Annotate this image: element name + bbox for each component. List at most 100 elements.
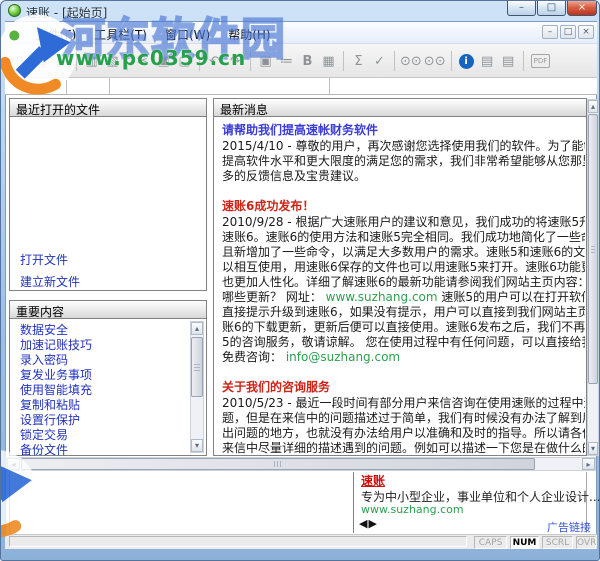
status-indicator-num: NUM	[510, 536, 539, 549]
status-indicator-ovr: OVR	[576, 536, 596, 549]
toolbar-separator	[451, 51, 452, 71]
scroll-thumb[interactable]	[588, 114, 598, 384]
toolbar-separator	[394, 51, 395, 71]
ad-url-link[interactable]: www.suzhang.com	[361, 503, 464, 516]
app-icon	[8, 4, 21, 17]
copy-icon[interactable]: ▣	[154, 52, 173, 71]
news-content: 请帮助我们提高速帐财务软件2015/4/10 - 尊敬的用户，再次感谢您选择使用…	[215, 118, 585, 454]
toolbar-separator	[127, 51, 128, 71]
menu-item-1[interactable]: 工具栏(T)	[85, 24, 156, 42]
news-section-1: 速账6成功发布！2010/9/28 - 根据广大速账用户的建议和意见，我们成功的…	[222, 199, 585, 365]
news-section-0: 请帮助我们提高速帐财务软件2015/4/10 - 尊敬的用户，再次感谢您选择使用…	[222, 123, 585, 184]
print-all-icon[interactable]: ▤	[499, 52, 518, 71]
info-icon[interactable]: i	[459, 54, 474, 69]
toolbar-separator	[523, 51, 524, 71]
menu-item-3[interactable]: 帮助(H)	[219, 24, 279, 42]
recent-link-0[interactable]: 打开文件	[20, 249, 80, 271]
find-icon[interactable]: ⊙⊙	[400, 52, 422, 71]
important-content-header: 重要内容	[10, 301, 206, 319]
scroll-up-arrow-icon[interactable]: ▴	[191, 322, 203, 335]
print-report-icon[interactable]: ▤	[478, 52, 497, 71]
title-bar: 速账 - [起始页] – □ ×	[1, 1, 600, 21]
borders-icon[interactable]: ▦	[319, 52, 338, 71]
scroll-right-arrow-icon[interactable]: ▸	[582, 458, 595, 470]
scroll-left-arrow-icon[interactable]: ◂	[7, 458, 20, 470]
new-file-icon[interactable]: ▯	[10, 52, 29, 71]
toolbar-icons: ▯▤▦▥▧✂▣▢↶↷▣≔B▦Σ✓⊙⊙⊙⊙i▤▤PDF	[9, 50, 551, 72]
horizontal-scrollbar[interactable]: ◂ ▸	[6, 457, 596, 471]
open-file-icon[interactable]: ▤	[31, 52, 50, 71]
scroll-down-arrow-icon[interactable]: ▾	[191, 439, 203, 452]
news-green-link[interactable]: info@suzhang.com	[286, 350, 400, 364]
important-content-links: 数据安全加速记账技巧录入密码复发业务事项使用智能填充复制和粘贴设置行保护锁定交易…	[20, 323, 92, 458]
toolbar-separator	[343, 51, 344, 71]
mdi-close-button[interactable]: ×	[578, 25, 594, 39]
minimize-button[interactable]: –	[507, 1, 536, 16]
scroll-thumb[interactable]	[21, 458, 535, 470]
menu-item-2[interactable]: 窗口(W)	[156, 24, 219, 42]
news-panel: 最新消息 请帮助我们提高速帐财务软件2015/4/10 - 尊敬的用户，再次感谢…	[213, 98, 587, 456]
align-icon[interactable]: ≔	[277, 52, 296, 71]
close-button[interactable]: ×	[567, 1, 597, 16]
cut-icon[interactable]: ✂	[133, 52, 152, 71]
pdf-export-icon[interactable]: PDF	[531, 54, 551, 68]
vertical-scrollbar[interactable]: ▴ ▾	[587, 99, 599, 456]
scroll-up-arrow-icon[interactable]: ▴	[588, 100, 598, 113]
undo-icon[interactable]: ↶	[205, 52, 224, 71]
news-headline[interactable]: 关于我们的咨询服务	[222, 380, 585, 395]
important-link-2[interactable]: 录入密码	[20, 353, 92, 368]
important-link-1[interactable]: 加速记账技巧	[20, 338, 92, 353]
ad-label-link[interactable]: 广告链接	[547, 519, 591, 535]
formula-bar[interactable]	[5, 78, 597, 95]
bold-icon[interactable]: B	[298, 52, 317, 71]
recent-files-links: 打开文件建立新文件	[20, 249, 80, 293]
ad-nav-arrows[interactable]: ◀▶	[359, 517, 378, 530]
news-paragraph: 2010/5/23 - 最近一段时间有部分用户来信咨询在使用速账的过程中遇到的问…	[222, 396, 585, 454]
toolbar-separator	[76, 51, 77, 71]
print-preview-icon[interactable]: ▧	[103, 52, 122, 71]
redo-icon[interactable]: ↷	[226, 52, 245, 71]
sum-icon[interactable]: Σ	[349, 52, 368, 71]
merge-cells-icon[interactable]: ▣	[256, 52, 275, 71]
important-link-8[interactable]: 备份文件	[20, 443, 92, 458]
toolbar-separator	[199, 51, 200, 71]
print-icon[interactable]: ▥	[82, 52, 101, 71]
news-green-link[interactable]: www.suzhang.com	[326, 290, 438, 304]
ad-title-link[interactable]: 速账	[361, 472, 385, 489]
scroll-down-arrow-icon[interactable]: ▾	[588, 442, 598, 455]
status-message-box	[9, 536, 467, 547]
ad-panel-divider	[353, 472, 354, 533]
news-header: 最新消息	[214, 99, 586, 117]
menu-item-0[interactable]: 文件(F)	[27, 24, 85, 42]
news-headline[interactable]: 速账6成功发布！	[222, 199, 585, 214]
check-icon[interactable]: ✓	[370, 52, 389, 71]
mdi-minimize-button[interactable]: –	[542, 25, 558, 39]
scroll-thumb[interactable]	[191, 337, 203, 397]
news-paragraph: 2015/4/10 - 尊敬的用户，再次感谢您选择使用我们的软件。为了能够更好的…	[222, 139, 585, 184]
formula-bar-divider	[109, 78, 110, 94]
important-content-panel: 重要内容 数据安全加速记账技巧录入密码复发业务事项使用智能填充复制和粘贴设置行保…	[9, 300, 207, 456]
important-link-5[interactable]: 复制和粘贴	[20, 398, 92, 413]
important-link-4[interactable]: 使用智能填充	[20, 383, 92, 398]
status-indicator-scrl: SCRL	[542, 536, 573, 549]
important-link-7[interactable]: 锁定交易	[20, 428, 92, 443]
news-paragraph: 2010/9/28 - 根据广大速账用户的建议和意见，我们成功的将速账5升级到了…	[222, 215, 585, 365]
window-title: 速账 - [起始页]	[26, 4, 107, 21]
important-link-3[interactable]: 复发业务事项	[20, 368, 92, 383]
news-headline[interactable]: 请帮助我们提高速帐财务软件	[222, 123, 585, 138]
recent-link-1[interactable]: 建立新文件	[20, 271, 80, 293]
mdi-restore-button[interactable]: □	[560, 25, 576, 39]
formula-bar-divider	[66, 78, 67, 94]
toolbar-separator	[250, 51, 251, 71]
paste-icon[interactable]: ▢	[175, 52, 194, 71]
recent-files-panel: 最近打开的文件 打开文件建立新文件	[9, 98, 207, 291]
maximize-button[interactable]: □	[537, 1, 566, 16]
find-next-icon[interactable]: ⊙⊙	[424, 52, 446, 71]
important-link-6[interactable]: 设置行保护	[20, 413, 92, 428]
important-link-0[interactable]: 数据安全	[20, 323, 92, 338]
mdi-window-buttons: – □ ×	[542, 25, 594, 39]
important-scrollbar[interactable]: ▴ ▾	[190, 321, 204, 453]
recent-files-header: 最近打开的文件	[10, 99, 206, 117]
save-icon[interactable]: ▦	[52, 52, 71, 71]
formula-bar-divider	[329, 78, 330, 94]
